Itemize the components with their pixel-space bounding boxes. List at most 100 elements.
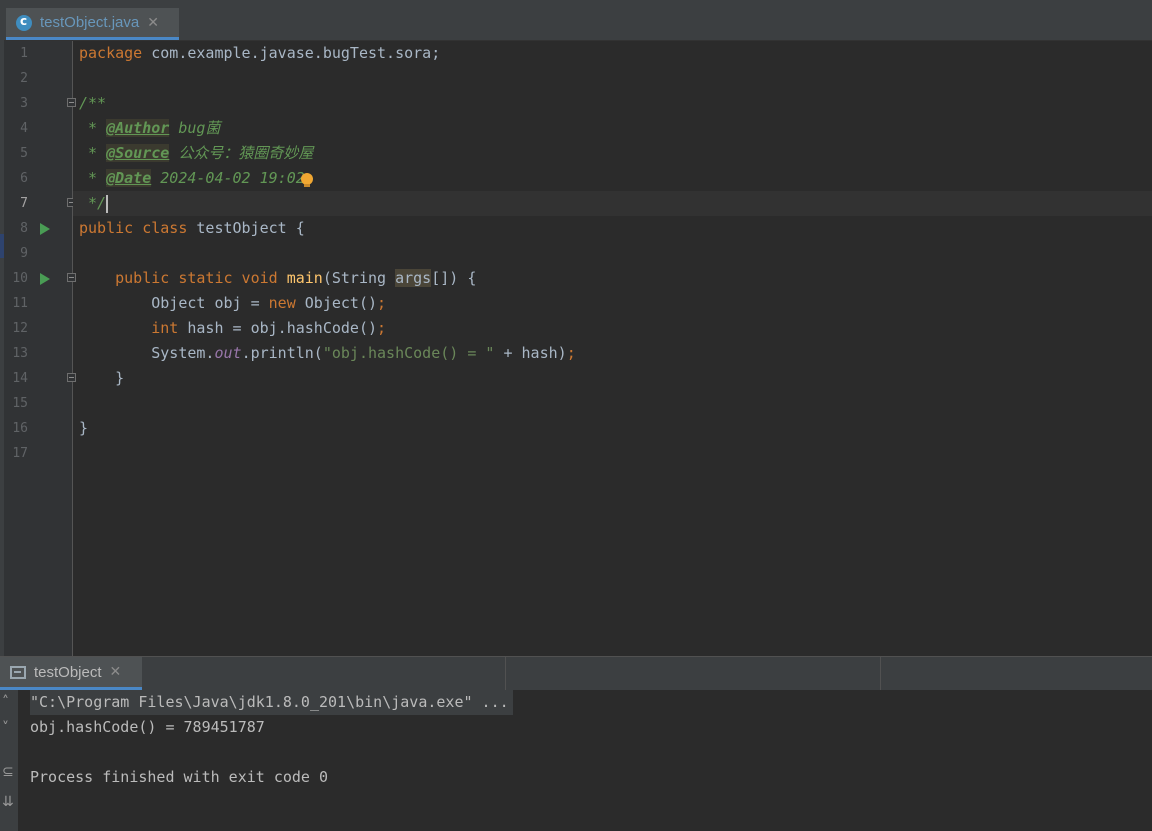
code-line-3: /** (73, 91, 1152, 116)
console-command-line[interactable]: "C:\Program Files\Java\jdk1.8.0_201\bin\… (30, 690, 513, 715)
semicolon: ; (566, 344, 576, 362)
statement: System. (79, 344, 215, 362)
line-number: 10 (12, 271, 28, 286)
line-number: 4 (20, 121, 28, 136)
scroll-down-icon[interactable]: ˅ (2, 720, 9, 736)
gutter-line-15: 15 (4, 391, 72, 416)
line-number: 12 (12, 321, 28, 336)
code-line-11: Object obj = new Object(); (73, 291, 1152, 316)
line-number: 15 (12, 396, 28, 411)
gutter-line-14: 14 (4, 366, 76, 391)
semicolon: ; (377, 319, 387, 337)
line-number: 13 (12, 346, 28, 361)
run-tab-testobject[interactable]: testObject ✕ (0, 657, 142, 690)
line-number: 2 (20, 71, 28, 86)
statement: + hash) (494, 344, 567, 362)
java-class-icon (16, 14, 32, 31)
line-number: 11 (12, 296, 28, 311)
console-output[interactable]: "C:\Program Files\Java\jdk1.8.0_201\bin\… (18, 690, 1152, 831)
header-divider (880, 657, 881, 690)
gutter-line-4: 4 (4, 116, 72, 141)
intention-bulb-icon[interactable] (300, 172, 313, 187)
doc-comment-prefix: * (79, 119, 107, 137)
code-editor[interactable]: 1 2 3 4 5 6 7 8 9 10 11 12 13 14 15 16 1… (4, 41, 1152, 656)
text-caret (106, 194, 109, 213)
param-type: (String (322, 269, 396, 287)
doc-source-value: 公众号：猿圈奇妙屋 (169, 144, 314, 162)
line-number: 6 (20, 171, 28, 186)
closing-brace: } (79, 369, 125, 387)
param-name: args (395, 269, 432, 287)
doc-author-value: bug菌 (169, 119, 221, 137)
line-number: 5 (20, 146, 28, 161)
line-number: 1 (20, 46, 28, 61)
static-field: out (214, 344, 242, 362)
class-declaration: testObject { (187, 219, 305, 237)
line-number: 8 (20, 221, 28, 236)
line-number: 16 (12, 421, 28, 436)
semicolon: ; (377, 294, 387, 312)
keyword: public class (79, 219, 188, 237)
statement: .println( (241, 344, 323, 362)
gutter-line-5: 5 (4, 141, 72, 166)
statement: Object() (295, 294, 378, 312)
string-literal: "obj.hashCode() = " (322, 344, 495, 362)
gutter-line-11: 11 (4, 291, 72, 316)
gutter-line-1: 1 (4, 41, 72, 66)
close-icon[interactable]: ✕ (110, 664, 122, 680)
gutter-line-3: 3 (4, 91, 76, 116)
code-line-7: */ (73, 191, 1152, 216)
code-line-6: * @Date 2024-04-02 19:02 (73, 166, 1152, 191)
header-divider (505, 657, 506, 690)
code-line-8: public class testObject { (73, 216, 1152, 241)
gutter-line-9: 9 (4, 241, 72, 266)
package-name: com.example.javase.bugTest.sora; (142, 44, 441, 62)
scroll-up-icon[interactable]: ˄ (2, 694, 9, 710)
scroll-to-end-icon[interactable]: ⇊ (2, 794, 14, 810)
editor-tab-testobject[interactable]: testObject.java ✕ (6, 8, 179, 40)
line-number: 9 (20, 246, 28, 261)
run-main-icon[interactable] (40, 273, 50, 285)
gutter-line-16: 16 (4, 416, 72, 441)
gutter-line-17: 17 (4, 441, 72, 466)
line-number-gutter: 1 2 3 4 5 6 7 8 9 10 11 12 13 14 15 16 1… (4, 41, 76, 656)
code-line-12: int hash = obj.hashCode(); (73, 316, 1152, 341)
console-output-line: obj.hashCode() = 789451787 (30, 718, 265, 736)
gutter-line-13: 13 (4, 341, 72, 366)
keyword: new (268, 294, 296, 312)
doc-date-value: 2024-04-02 19:02 (151, 169, 305, 187)
code-line-13: System.out.println("obj.hashCode() = " +… (73, 341, 1152, 366)
code-line-5: * @Source 公众号：猿圈奇妙屋 (73, 141, 1152, 166)
run-class-icon[interactable] (40, 223, 50, 235)
doc-tag-source: @Source (106, 144, 170, 162)
statement: hash = obj.hashCode() (178, 319, 378, 337)
gutter-line-8: 8 (4, 216, 72, 241)
gutter-line-12: 12 (4, 316, 72, 341)
code-line-4: * @Author bug菌 (73, 116, 1152, 141)
code-area[interactable]: package com.example.javase.bugTest.sora;… (73, 41, 1152, 656)
keyword: public static void (115, 269, 278, 287)
soft-wrap-icon[interactable]: ⊆ (2, 764, 14, 780)
line-number: 7 (20, 196, 28, 211)
close-icon[interactable]: ✕ (147, 15, 159, 31)
run-toolbar: ˄ ˅ ⊆ ⇊ (0, 690, 18, 831)
line-number: 17 (12, 446, 28, 461)
param-tail: []) { (431, 269, 477, 287)
doc-comment-close: */ (79, 194, 107, 212)
doc-tag-date: @Date (106, 169, 152, 187)
console-icon (10, 665, 26, 679)
editor-tab-label: testObject.java (40, 14, 140, 31)
run-tool-window-header: testObject ✕ (0, 656, 1152, 690)
keyword: package (79, 44, 143, 62)
gutter-line-6: 6 (4, 166, 72, 191)
code-line-1: package com.example.javase.bugTest.sora; (73, 41, 1152, 66)
code-line-14: } (73, 366, 1152, 391)
doc-comment-prefix: * (79, 169, 107, 187)
keyword: int (151, 319, 179, 337)
console-exit-line: Process finished with exit code 0 (30, 768, 329, 786)
run-tab-label: testObject (34, 663, 102, 681)
code-line-10: public static void main(String args[]) { (73, 266, 1152, 291)
method-name: main (286, 269, 323, 287)
